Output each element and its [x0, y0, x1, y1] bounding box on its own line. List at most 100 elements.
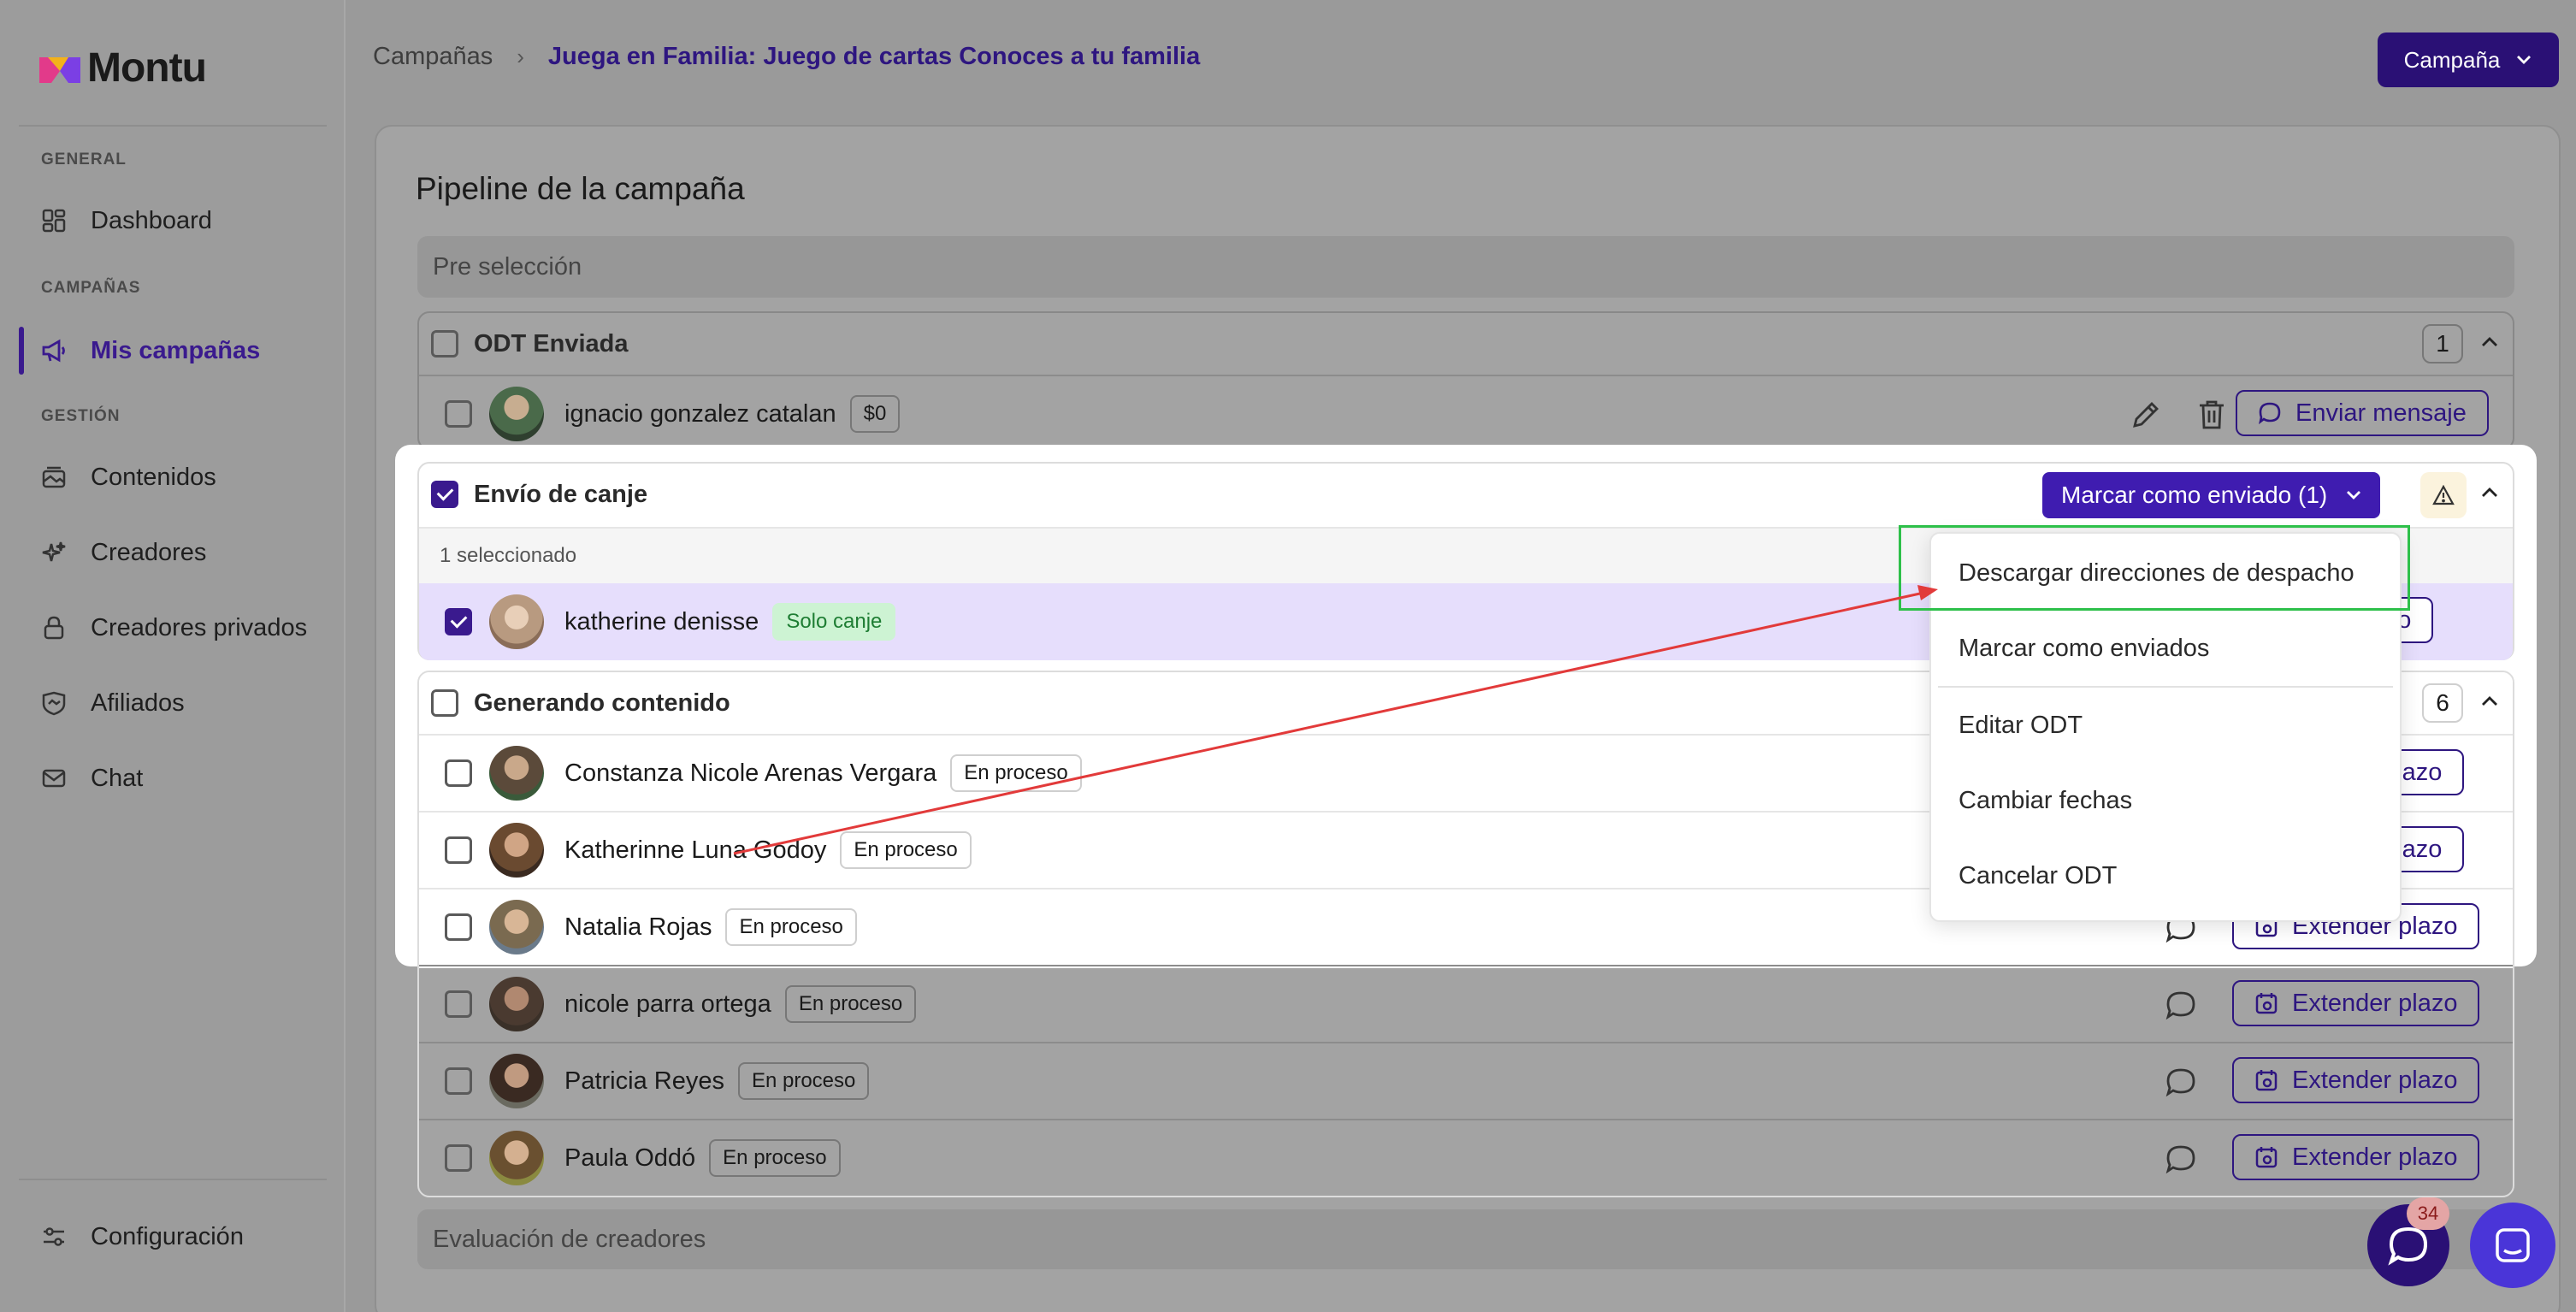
stage-evaluacion[interactable]: Evaluación de creadores [417, 1209, 2514, 1269]
avatar [489, 977, 544, 1031]
table-row: Patricia Reyes En proceso Extender plazo [419, 1042, 2513, 1119]
calendar-clock-icon [2255, 1070, 2278, 1091]
active-indicator [19, 327, 24, 375]
menu-item-change-dates[interactable]: Cambiar fechas [1959, 787, 2132, 815]
row-checkbox[interactable] [445, 836, 472, 864]
chevron-down-icon [2517, 56, 2532, 64]
menu-item-edit-odt[interactable]: Editar ODT [1959, 712, 2083, 740]
count-badge: 6 [2422, 683, 2463, 723]
button-label: Marcar como enviado (1) [2061, 482, 2328, 508]
mark-sent-dropdown-button[interactable]: Marcar como enviado (1) [2042, 472, 2381, 518]
group-title: Envío de canje [474, 480, 648, 508]
avatar [489, 823, 544, 878]
chat-bubble-icon[interactable] [2165, 1067, 2196, 1096]
group-odt-enviada: ODT Enviada 1 ignacio gonzalez catalan $… [417, 311, 2514, 450]
group-header: ODT Enviada 1 [419, 313, 2513, 375]
group-checkbox[interactable] [431, 330, 458, 358]
app-root: Montu GENERAL Dashboard CAMPAÑAS Mis cam… [0, 0, 2576, 1312]
creator-name: nicole parra ortega [564, 990, 771, 1018]
sidebar-item-configuracion[interactable]: Configuración [39, 1213, 244, 1261]
messenger-fab-button[interactable] [2470, 1203, 2555, 1288]
handshake-icon [39, 689, 68, 718]
creator-name: Natalia Rojas [564, 913, 712, 941]
group-header: Envío de canje Marcar como enviado (1) [419, 464, 2513, 525]
campaign-menu-button[interactable]: Campaña [2378, 33, 2559, 87]
brand-name: Montu [87, 45, 207, 91]
chat-bubble-icon[interactable] [2165, 1144, 2196, 1173]
group-checkbox[interactable] [431, 481, 458, 508]
montu-logo-icon [39, 56, 80, 83]
sidebar-item-label: Afiliados [91, 689, 185, 717]
send-message-button[interactable]: Enviar mensaje [2236, 390, 2489, 436]
sidebar-item-mis-campanas[interactable]: Mis campañas [39, 327, 260, 375]
menu-item-mark-sent[interactable]: Marcar como enviados [1959, 635, 2209, 663]
breadcrumb-root[interactable]: Campañas [373, 43, 493, 71]
mail-icon [39, 764, 68, 793]
sidebar-divider [19, 125, 327, 127]
sidebar-item-creadores[interactable]: Creadores [39, 529, 206, 576]
menu-divider [1938, 686, 2393, 688]
status-badge: En proceso [840, 831, 972, 869]
status-badge: Solo canje [772, 603, 896, 641]
warning-button[interactable] [2420, 472, 2467, 518]
campaign-button-label: Campaña [2403, 46, 2501, 73]
amount-badge: $0 [849, 395, 901, 433]
sidebar-item-afiliados[interactable]: Afiliados [39, 679, 185, 727]
trash-icon[interactable] [2196, 399, 2227, 431]
row-checkbox[interactable] [445, 913, 472, 941]
row-checkbox[interactable] [445, 400, 472, 428]
chat-bubble-icon[interactable] [2165, 990, 2196, 1019]
avatar [489, 900, 544, 954]
sidebar-item-chat[interactable]: Chat [39, 754, 143, 802]
chevron-right-icon: › [517, 44, 524, 69]
menu-item-cancel-odt[interactable]: Cancelar ODT [1959, 862, 2117, 890]
table-row: Paula Oddó En proceso Extender plazo [419, 1119, 2513, 1196]
chevron-up-icon[interactable] [2480, 694, 2499, 708]
status-badge: En proceso [950, 754, 1082, 792]
table-row: ignacio gonzalez catalan $0 Enviar mensa… [419, 375, 2513, 452]
count-badge: 1 [2422, 324, 2463, 363]
row-checkbox[interactable] [445, 759, 472, 787]
selected-count: 1 seleccionado [440, 544, 577, 567]
creator-name: Constanza Nicole Arenas Vergara [564, 759, 937, 787]
chevron-up-icon[interactable] [2480, 335, 2499, 349]
creator-name: Patricia Reyes [564, 1067, 724, 1095]
content-icon [39, 463, 68, 492]
section-campanas: CAMPAÑAS [41, 279, 141, 297]
creator-name: ignacio gonzalez catalan [564, 399, 836, 428]
extend-deadline-button[interactable]: Extender plazo [2232, 1134, 2480, 1180]
sidebar-item-label: Creadores [91, 538, 207, 566]
notification-badge: 34 [2407, 1197, 2449, 1230]
sidebar-item-contenidos[interactable]: Contenidos [39, 453, 216, 501]
status-badge: En proceso [784, 985, 917, 1023]
chevron-up-icon[interactable] [2480, 486, 2499, 499]
sidebar-item-dashboard[interactable]: Dashboard [39, 197, 212, 245]
sparkle-icon [39, 538, 68, 567]
calendar-clock-icon [2255, 993, 2278, 1014]
logo[interactable]: Montu [39, 44, 207, 92]
extend-deadline-button[interactable]: Extender plazo [2232, 980, 2480, 1026]
sidebar-item-label: Creadores privados [91, 613, 308, 641]
button-label: Extender plazo [2292, 1143, 2458, 1171]
dashboard-icon [39, 206, 68, 235]
sidebar-item-label: Contenidos [91, 463, 216, 491]
group-checkbox[interactable] [431, 689, 458, 717]
button-label: Extender plazo [2292, 989, 2458, 1017]
sliders-icon [39, 1222, 68, 1251]
lock-icon [39, 613, 68, 642]
group-title: Generando contenido [474, 689, 730, 717]
breadcrumb-current: Juega en Familia: Juego de cartas Conoce… [547, 43, 1201, 70]
stage-pre-seleccion[interactable]: Pre selección [417, 236, 2514, 298]
pencil-icon[interactable] [2130, 399, 2162, 431]
creator-name: Paula Oddó [564, 1144, 696, 1172]
row-checkbox[interactable] [445, 990, 472, 1018]
row-checkbox[interactable] [445, 1067, 472, 1095]
section-general: GENERAL [41, 151, 127, 168]
sidebar-item-creadores-privados[interactable]: Creadores privados [39, 604, 307, 652]
table-row: nicole parra ortega En proceso Extender … [419, 965, 2513, 1042]
chat-bubble-icon [2388, 1226, 2428, 1266]
row-checkbox[interactable] [445, 608, 472, 635]
extend-deadline-button[interactable]: Extender plazo [2232, 1057, 2480, 1103]
row-checkbox[interactable] [445, 1144, 472, 1172]
status-badge: En proceso [737, 1062, 870, 1100]
